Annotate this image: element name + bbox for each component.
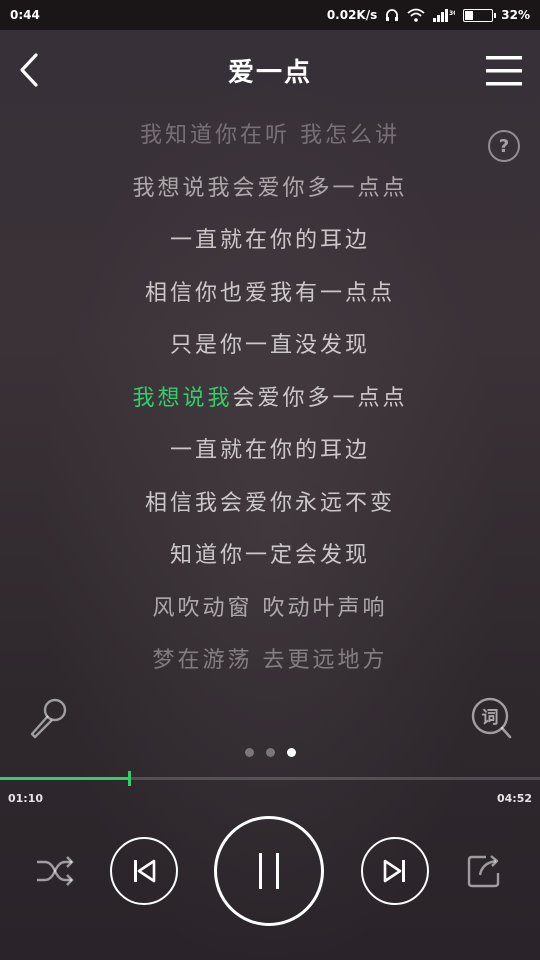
lyric-line: 一直就在你的耳边 — [169, 228, 370, 253]
page-dot[interactable] — [286, 748, 296, 757]
lyric-line: 梦在游荡 去更远地方 — [152, 648, 388, 673]
page-dot[interactable] — [244, 748, 254, 757]
hamburger-icon — [486, 56, 522, 86]
lyric-unsung-part: 会爱你多一点点 — [232, 385, 408, 411]
progress-bar[interactable] — [0, 771, 540, 786]
shuffle-button[interactable] — [34, 853, 76, 889]
lyric-line: 相信我会爱你永远不变 — [144, 490, 395, 516]
net-speed: 0.02K/s — [326, 8, 378, 22]
lyric-search-icon: 词 — [471, 697, 512, 739]
battery-icon — [463, 8, 497, 22]
lyric-line: 一直就在你的耳边 — [169, 438, 370, 463]
lyric-line: 知道你一定会发现 — [169, 543, 370, 568]
lyric-line: 只是你一直没发现 — [169, 333, 370, 358]
karaoke-button[interactable] — [26, 696, 70, 740]
lyric-line: 风吹动窗 吹动叶声响 — [152, 595, 388, 621]
total-time: 04:52 — [496, 792, 532, 805]
lyric-search-button[interactable]: 词 — [470, 696, 514, 740]
lyric-sung-part: 我想说我 — [132, 385, 233, 411]
song-title: 爱一点 — [227, 57, 312, 88]
status-icons: 0.02K/s 3G 32% — [327, 8, 530, 22]
progress-thumb[interactable] — [128, 771, 132, 786]
status-time: 0:44 — [10, 8, 40, 22]
current-time: 01:10 — [8, 792, 44, 805]
skip-previous-icon — [134, 859, 156, 883]
lyric-line: 我想说我会爱你多一点点 — [132, 175, 408, 201]
microphone-icon — [30, 698, 67, 739]
shuffle-icon — [37, 856, 74, 886]
share-icon — [467, 855, 500, 888]
battery-level — [465, 10, 474, 20]
skip-next-icon — [383, 859, 405, 883]
svg-text:词: 词 — [482, 708, 499, 728]
menu-button[interactable] — [486, 54, 522, 88]
wifi-icon — [407, 8, 425, 22]
page-indicator[interactable] — [0, 748, 540, 757]
headphone-icon — [385, 8, 399, 22]
pause-icon — [259, 853, 279, 889]
page-dot[interactable] — [265, 748, 275, 757]
battery-percent: 32% — [501, 8, 530, 22]
lyric-line: 我知道你在听 我怎么讲 — [140, 123, 400, 148]
share-button[interactable] — [464, 851, 504, 891]
playback-controls — [0, 815, 540, 926]
signal-icon: 3G — [433, 8, 455, 22]
header: 爱一点 — [0, 30, 540, 110]
signal-label: 3G — [449, 10, 455, 17]
status-bar: 0:44 0.02K/s 3G 32% — [0, 0, 540, 30]
back-button[interactable] — [14, 52, 46, 88]
previous-button[interactable] — [110, 837, 178, 905]
progress-fill — [0, 777, 130, 780]
lyric-line: 相信你也爱我有一点点 — [144, 280, 395, 306]
current-lyric-line: 我想说我会爱你多一点点 — [132, 373, 407, 426]
next-button[interactable] — [361, 837, 429, 905]
pause-button[interactable] — [214, 816, 324, 926]
chevron-left-icon — [20, 53, 38, 87]
lyrics-panel[interactable]: 我知道你在听 我怎么讲 我想说我会爱你多一点点 一直就在你的耳边 相信你也爱我有… — [0, 110, 540, 690]
